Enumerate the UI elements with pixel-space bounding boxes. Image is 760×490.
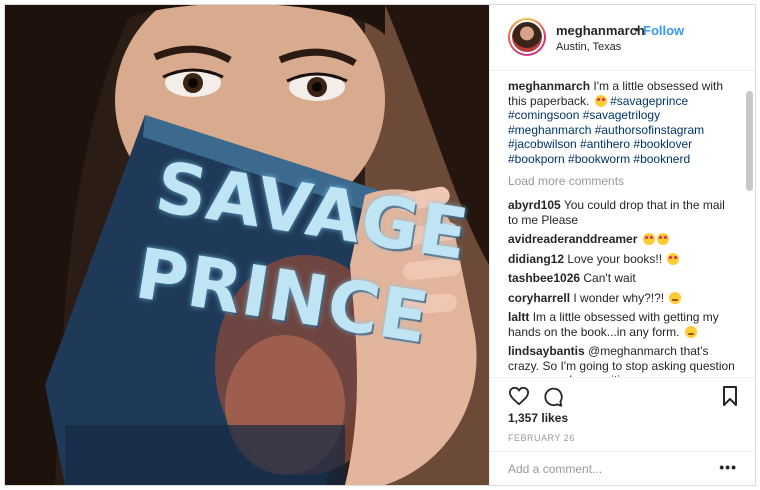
comments-scrollbar[interactable] <box>746 91 753 191</box>
load-more-comments-button[interactable]: Load more comments <box>508 174 737 188</box>
comment-item: coryharrell I wonder why?!?! <box>508 291 737 306</box>
post-actions: 1,357 likes FEBRUARY 26 <box>490 377 755 457</box>
comment-username[interactable]: coryharrell <box>508 291 570 305</box>
comment-item: laltt Im a little obsessed with getting … <box>508 310 737 339</box>
comment-username[interactable]: avidreaderanddreamer <box>508 232 637 246</box>
comment-item: tashbee1026 Can't wait <box>508 271 737 286</box>
more-options-button[interactable]: ••• <box>719 459 737 475</box>
comment-item: didiang12 Love your books!! <box>508 252 737 267</box>
hashtags-line5[interactable]: #bookporn #bookworm #booknerd <box>508 152 690 166</box>
add-comment-bar: ••• <box>490 451 755 485</box>
post-side-panel: meghanmarch • Follow Austin, Texas megha… <box>489 5 755 485</box>
comment-username[interactable]: abyrd105 <box>508 198 561 212</box>
comment-text: Love your books!! <box>567 251 663 266</box>
heart-eyes-emoji-icon <box>656 233 669 245</box>
likes-count[interactable]: 1,357 likes <box>508 411 568 425</box>
comment-text: I wonder why?!?! <box>573 290 665 305</box>
comment-username[interactable]: laltt <box>508 310 529 324</box>
comment-username[interactable]: didiang12 <box>508 252 564 266</box>
comment-icon[interactable] <box>542 386 564 413</box>
avatar-image <box>510 20 544 54</box>
heart-eyes-emoji-icon <box>642 233 655 245</box>
post-photo[interactable]: SAVAGE PRINCE <box>5 5 489 485</box>
smirk-emoji-icon <box>669 291 682 304</box>
bookmark-icon[interactable] <box>722 386 738 411</box>
header-separator: • <box>634 22 639 37</box>
heart-eyes-emoji-icon <box>667 252 680 265</box>
comment-item: lindsaybantis @meghanmarch that's crazy.… <box>508 344 737 377</box>
follow-button[interactable]: Follow <box>643 23 684 38</box>
hug-emoji-icon <box>684 325 697 338</box>
avatar[interactable] <box>508 18 546 56</box>
post-date: FEBRUARY 26 <box>508 433 575 443</box>
comment-item: abyrd105 You could drop that in the mail… <box>508 198 737 227</box>
hashtags-line3[interactable]: #meghanmarch #authorsofinstagram <box>508 123 704 137</box>
comments-list[interactable]: meghanmarch I'm a little obsessed with t… <box>490 71 755 377</box>
heart-icon[interactable] <box>508 386 530 411</box>
hashtags-line1[interactable]: #savageprince <box>610 94 688 108</box>
heart-eyes-emoji-icon <box>594 94 607 107</box>
hashtags-line4[interactable]: #jacobwilson #antihero #booklover <box>508 137 692 151</box>
post-header: meghanmarch • Follow Austin, Texas <box>490 5 755 71</box>
comment-username[interactable]: tashbee1026 <box>508 271 580 285</box>
post-window: SAVAGE PRINCE meghanmarch • Follow Austi… <box>4 4 756 486</box>
location-link[interactable]: Austin, Texas <box>556 41 621 53</box>
header-username[interactable]: meghanmarch <box>556 23 645 38</box>
comment-username[interactable]: lindsaybantis <box>508 344 585 358</box>
caption: meghanmarch I'm a little obsessed with t… <box>508 79 737 166</box>
comment-text: Can't wait <box>583 271 636 285</box>
hashtags-line2[interactable]: #comingsoon #savagetrilogy <box>508 108 660 122</box>
comment-item: avidreaderanddreamer <box>508 232 737 247</box>
add-comment-input[interactable] <box>508 460 708 478</box>
caption-username[interactable]: meghanmarch <box>508 79 590 93</box>
